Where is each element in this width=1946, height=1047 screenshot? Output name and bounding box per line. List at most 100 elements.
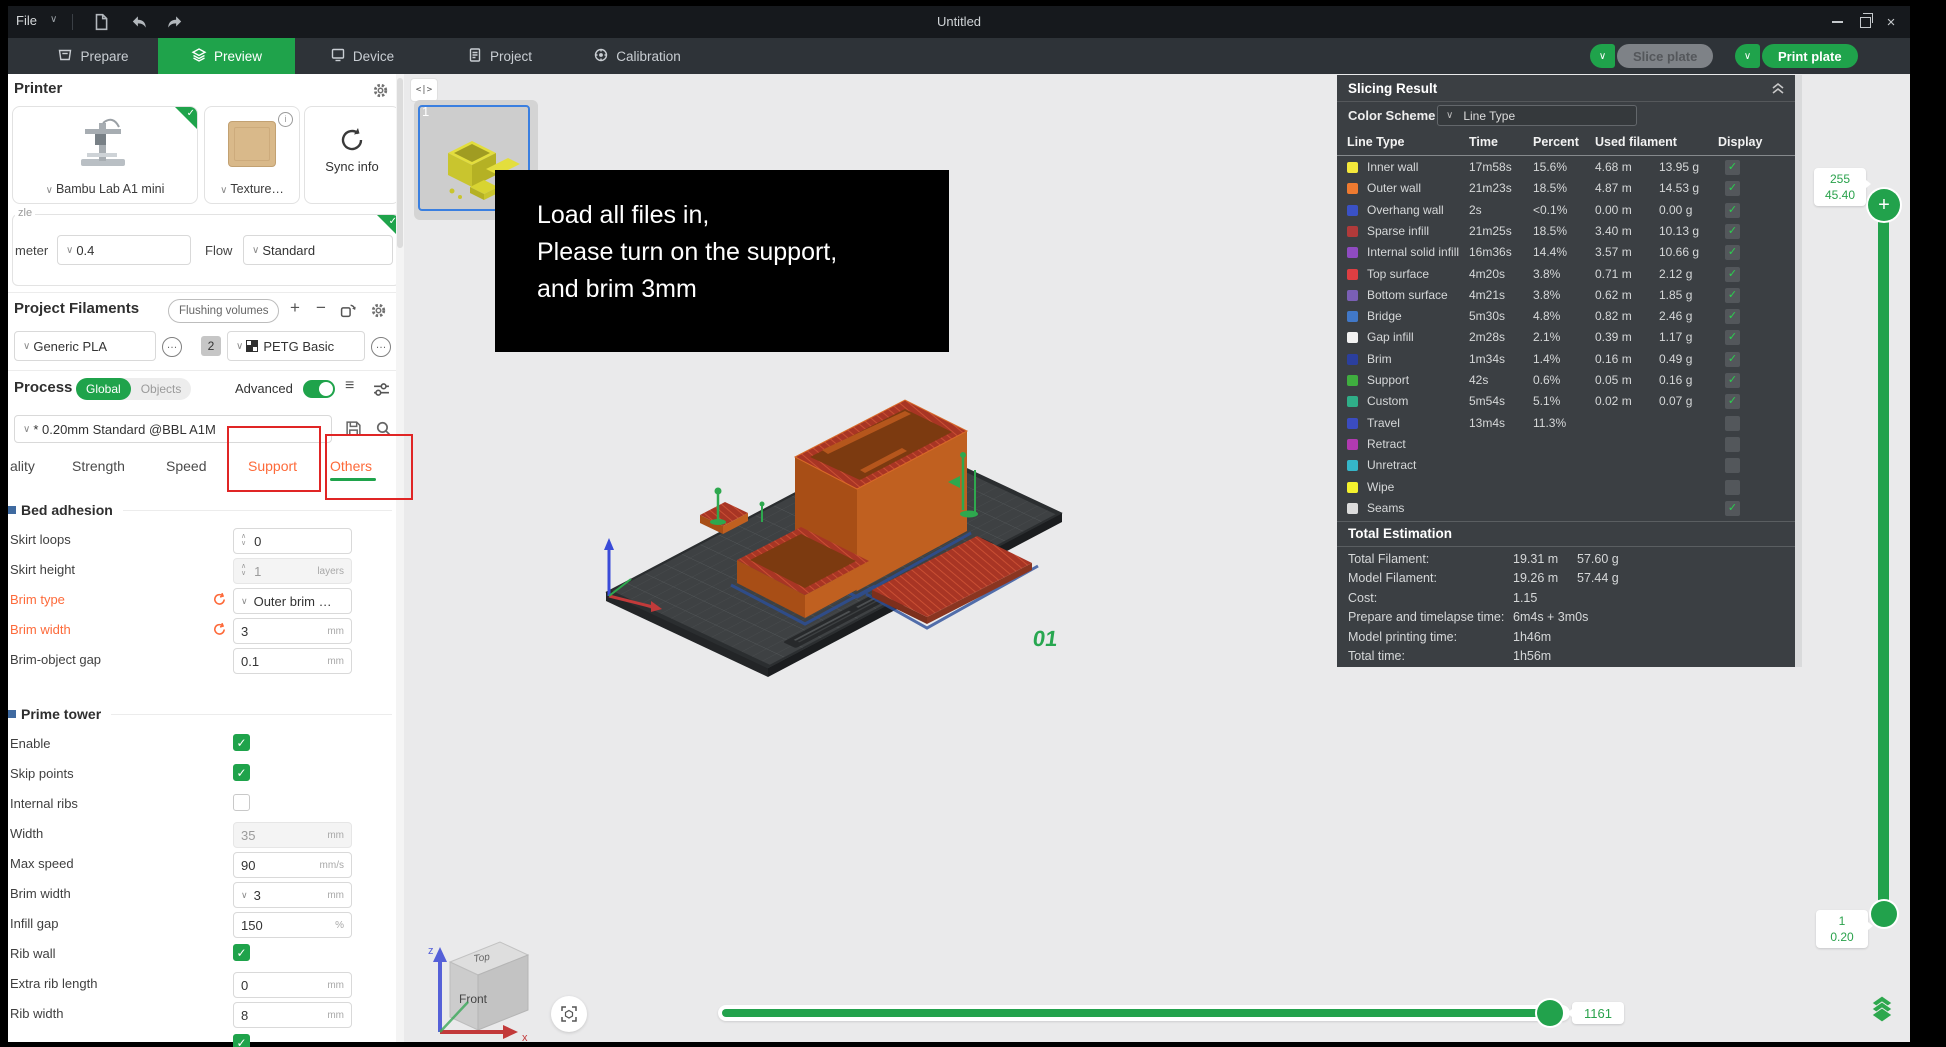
checkbox[interactable]: ✓ xyxy=(233,764,250,781)
layer-slider-add-icon[interactable]: + xyxy=(1868,189,1900,221)
filament-settings-gear-icon[interactable] xyxy=(370,302,387,319)
spinner-input[interactable]: ∧∨0 xyxy=(233,528,352,554)
display-checkbox[interactable] xyxy=(1725,458,1740,473)
dropdown-select[interactable]: ∨Outer brim … xyxy=(233,588,352,614)
text-input[interactable]: 35mm xyxy=(233,822,352,848)
print-plate-button[interactable]: Print plate xyxy=(1762,44,1858,68)
nav-cube[interactable]: Top Front z x xyxy=(428,942,528,1042)
add-filament-icon[interactable]: + xyxy=(290,298,300,318)
reset-icon[interactable] xyxy=(212,622,227,637)
scope-objects-button[interactable]: Objects xyxy=(131,378,192,400)
horizontal-slider-handle[interactable] xyxy=(1537,1000,1563,1026)
slice-options-chevron-icon[interactable]: ∨ xyxy=(1590,44,1615,68)
tune-icon[interactable] xyxy=(373,381,390,398)
setting-row-infill-gap: Infill gap150% xyxy=(8,910,404,940)
display-checkbox[interactable] xyxy=(1725,437,1740,452)
horizontal-slider-track[interactable] xyxy=(718,1005,1570,1021)
plate-type-card[interactable]: i ∨Texture… xyxy=(204,106,300,204)
restore-button[interactable] xyxy=(1852,12,1878,32)
collapse-sidebar-icon[interactable]: <|> xyxy=(410,78,438,102)
instruction-line: and brim 3mm xyxy=(537,271,949,308)
display-checkbox[interactable]: ✓ xyxy=(1725,373,1740,388)
swap-filament-icon[interactable] xyxy=(340,302,357,319)
color-scheme-select[interactable]: ∨Line Type xyxy=(1437,105,1637,126)
slice-plate-button[interactable]: Slice plate xyxy=(1617,44,1713,68)
remove-filament-icon[interactable]: − xyxy=(316,298,326,318)
parameter-list-icon[interactable]: ≡ xyxy=(345,377,354,395)
panel-scroll-strip[interactable] xyxy=(1795,75,1802,667)
checkbox[interactable] xyxy=(233,794,250,811)
line-type-row-inner-wall: Inner wall17m58s15.6%4.68 m13.95 g✓ xyxy=(1337,157,1795,178)
plate-type-name[interactable]: ∨Texture… xyxy=(205,182,299,196)
group-bullet-icon xyxy=(8,710,16,718)
text-input[interactable]: 0.1mm xyxy=(233,648,352,674)
display-checkbox[interactable]: ✓ xyxy=(1725,245,1740,260)
filament-2-options-icon[interactable]: … xyxy=(371,337,391,357)
dropdown-select[interactable]: ∨3mm xyxy=(233,882,352,908)
scope-global-button[interactable]: Global xyxy=(76,378,131,400)
tab-preview[interactable]: Preview xyxy=(158,38,295,74)
display-checkbox[interactable]: ✓ xyxy=(1725,224,1740,239)
display-checkbox[interactable]: ✓ xyxy=(1725,203,1740,218)
minimize-button[interactable] xyxy=(1824,12,1850,32)
setting-row-skirt-loops: Skirt loops∧∨0 xyxy=(8,526,404,556)
focus-model-button[interactable] xyxy=(551,996,587,1032)
collapse-panel-icon[interactable] xyxy=(1771,82,1785,94)
line-type-row-support: Support42s0.6%0.05 m0.16 g✓ xyxy=(1337,370,1795,391)
reset-icon[interactable] xyxy=(212,592,227,607)
tab-device[interactable]: Device xyxy=(311,38,413,74)
display-checkbox[interactable]: ✓ xyxy=(1725,352,1740,367)
spinner-input[interactable]: ∧∨1layers xyxy=(233,558,352,584)
process-tab-ality[interactable]: ality xyxy=(10,458,35,474)
text-input[interactable]: 8mm xyxy=(233,1002,352,1028)
checkbox[interactable]: ✓ xyxy=(233,944,250,961)
display-checkbox[interactable]: ✓ xyxy=(1725,181,1740,196)
display-checkbox[interactable]: ✓ xyxy=(1725,394,1740,409)
flow-select[interactable]: ∨Standard xyxy=(243,235,393,265)
display-checkbox[interactable]: ✓ xyxy=(1725,309,1740,324)
text-input[interactable]: 3mm xyxy=(233,618,352,644)
display-checkbox[interactable]: ✓ xyxy=(1725,160,1740,175)
display-checkbox[interactable]: ✓ xyxy=(1725,288,1740,303)
filament-2-select[interactable]: ∨PETG Basic xyxy=(227,331,365,361)
filament-1-options-icon[interactable]: … xyxy=(162,337,182,357)
col-display: Display xyxy=(1718,135,1762,149)
process-tab-speed[interactable]: Speed xyxy=(166,458,206,474)
display-checkbox[interactable] xyxy=(1725,480,1740,495)
display-checkbox[interactable]: ✓ xyxy=(1725,330,1740,345)
info-icon[interactable]: i xyxy=(278,112,293,127)
display-checkbox[interactable]: ✓ xyxy=(1725,267,1740,282)
line-type-row-outer-wall: Outer wall21m23s18.5%4.87 m14.53 g✓ xyxy=(1337,178,1795,199)
app-window: File ∨ Untitled × PreparePreviewDevicePr… xyxy=(8,6,1910,1042)
tab-prepare[interactable]: Prepare xyxy=(28,38,158,74)
text-input[interactable]: 0mm xyxy=(233,972,352,998)
printer-settings-gear-icon[interactable] xyxy=(372,82,389,99)
close-button[interactable]: × xyxy=(1878,12,1904,32)
layer-slider-handle[interactable] xyxy=(1871,901,1897,927)
color-scheme-label: Color Scheme xyxy=(1348,108,1435,123)
advanced-toggle[interactable] xyxy=(303,380,335,398)
filament-1-select[interactable]: ∨Generic PLA xyxy=(14,331,156,361)
layers-view-icon[interactable] xyxy=(1868,994,1896,1022)
checkbox[interactable]: ✓ xyxy=(233,734,250,751)
printer-card[interactable]: ✓ ∨Bambu Lab A1 mini xyxy=(12,106,198,204)
text-input[interactable]: 150% xyxy=(233,912,352,938)
sidebar-scrollbar[interactable] xyxy=(396,74,404,1042)
display-checkbox[interactable]: ✓ xyxy=(1725,501,1740,516)
tab-project[interactable]: Project xyxy=(446,38,553,74)
flushing-volumes-button[interactable]: Flushing volumes xyxy=(168,299,279,323)
sync-info-button[interactable]: Sync info xyxy=(304,106,400,204)
display-checkbox[interactable] xyxy=(1725,416,1740,431)
text-input[interactable]: 90mm/s xyxy=(233,852,352,878)
nozzle-diameter-select[interactable]: ∨0.4 xyxy=(57,235,191,265)
printer-name[interactable]: ∨Bambu Lab A1 mini xyxy=(13,182,197,196)
line-type-swatch xyxy=(1347,226,1358,237)
group-header-prime-tower: Prime tower xyxy=(8,702,400,726)
process-tab-strength[interactable]: Strength xyxy=(72,458,125,474)
focus-cube-icon xyxy=(560,1005,578,1023)
tab-calibration[interactable]: Calibration xyxy=(576,38,698,74)
checkbox[interactable]: ✓ xyxy=(233,1034,250,1047)
preview-viewport[interactable]: 01 Top Front z x <|> xyxy=(404,74,1910,1042)
print-options-chevron-icon[interactable]: ∨ xyxy=(1735,44,1760,68)
layer-slider-track[interactable] xyxy=(1878,218,1889,908)
